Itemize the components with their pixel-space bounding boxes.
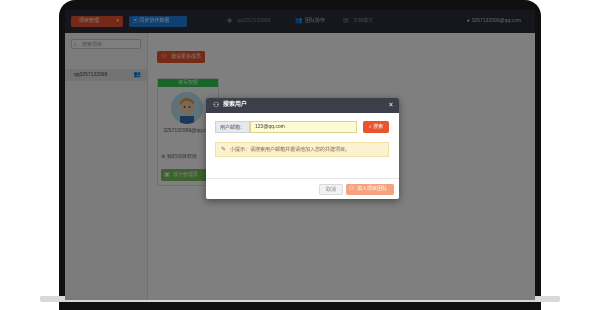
close-icon[interactable]: × [389, 98, 393, 113]
search-user-dialog: ⚇ 搜索用户 × 用户邮箱： 123@qq.com ⌕ 搜索 ✎ 小提示：请搜索… [206, 98, 399, 199]
join-team-button[interactable]: ⚇ 加入项目团队 [346, 184, 394, 195]
dialog-divider [206, 178, 399, 179]
app-screen: 项目管理 ▾ ▣ 同步协作数据 ◉ qq3257132999 👥 团队协作 ▤ … [65, 10, 535, 300]
user-search-icon: ⚇ [213, 102, 220, 109]
dialog-title: 搜索用户 [223, 102, 248, 108]
search-button[interactable]: ⌕ 搜索 [363, 121, 389, 133]
email-field[interactable]: 123@qq.com [250, 121, 357, 133]
cancel-button[interactable]: 取消 [319, 184, 343, 195]
add-user-icon: ⚇ [349, 186, 355, 192]
tip-box: ✎ 小提示：请搜索用户邮箱并邀请他加入您的共建项目。 [215, 142, 389, 157]
dialog-header: ⚇ 搜索用户 × [206, 98, 399, 113]
join-team-label: 加入项目团队 [357, 186, 388, 192]
tip-text: 小提示：请搜索用户邮箱并邀请他加入您的共建项目。 [230, 147, 351, 153]
lightbulb-icon: ✎ [221, 147, 227, 153]
email-field-label: 用户邮箱： [215, 121, 250, 133]
search-button-label: 搜索 [373, 124, 384, 130]
